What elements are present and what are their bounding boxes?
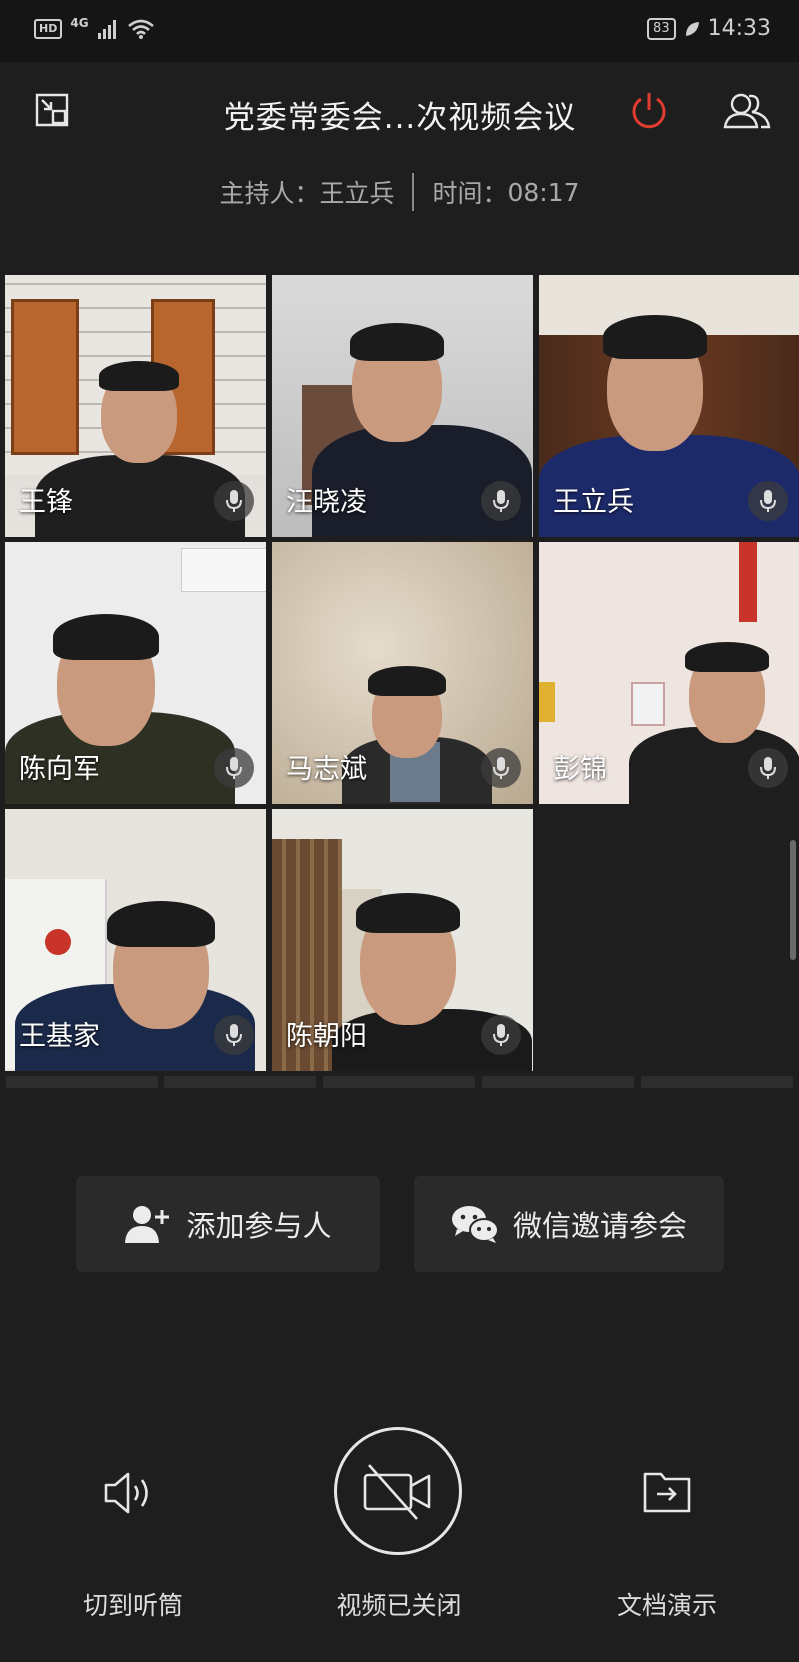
leaf-icon bbox=[685, 21, 699, 36]
video-tile[interactable]: 马志斌 bbox=[272, 542, 533, 804]
hd-badge: HD bbox=[34, 19, 63, 39]
mic-icon bbox=[481, 1015, 521, 1055]
video-tile[interactable]: 王基家 bbox=[5, 809, 266, 1071]
network-type: 4G bbox=[70, 16, 89, 30]
wechat-invite-button[interactable]: 微信邀请参会 bbox=[414, 1176, 724, 1272]
add-user-icon bbox=[125, 1206, 170, 1243]
document-share-icon[interactable] bbox=[642, 1468, 692, 1514]
clock: 14:33 bbox=[707, 16, 771, 41]
mic-icon bbox=[214, 748, 254, 788]
participants-icon[interactable] bbox=[722, 92, 772, 130]
participant-name: 陈朝阳 bbox=[286, 1021, 367, 1052]
wifi-icon bbox=[127, 19, 154, 39]
participant-name: 王基家 bbox=[19, 1021, 100, 1052]
battery-indicator: 83 bbox=[647, 17, 676, 40]
grid-scrollbar[interactable] bbox=[790, 840, 796, 960]
video-tile[interactable]: 汪晓凌 bbox=[272, 275, 533, 537]
participant-name: 汪晓凌 bbox=[286, 487, 367, 518]
host-label: 主持人： bbox=[219, 179, 320, 208]
mic-icon bbox=[748, 748, 788, 788]
thumbnail-strip bbox=[164, 1076, 316, 1088]
video-status-label: 视频已关闭 bbox=[336, 1591, 462, 1620]
switch-earpiece-label[interactable]: 切到听筒 bbox=[33, 1586, 233, 1622]
time-label: 时间： bbox=[432, 179, 508, 208]
elapsed-time: 08:17 bbox=[507, 177, 580, 207]
meeting-title: 党委常委会...次视频会议 bbox=[223, 100, 577, 136]
participant-name: 王锋 bbox=[19, 487, 73, 518]
thumbnail-strip bbox=[323, 1076, 475, 1088]
document-present-label[interactable]: 文档演示 bbox=[567, 1586, 767, 1622]
speaker-icon[interactable] bbox=[102, 1468, 162, 1518]
video-tile[interactable]: 王锋 bbox=[5, 275, 266, 537]
participant-name: 马志斌 bbox=[286, 754, 367, 785]
participant-name: 陈向军 bbox=[19, 754, 100, 785]
video-tile[interactable]: 陈向军 bbox=[5, 542, 266, 804]
video-tile[interactable]: 彭锦 bbox=[539, 542, 799, 804]
wechat-icon bbox=[451, 1206, 499, 1243]
signal-icon bbox=[97, 20, 116, 39]
participant-name: 彭锦 bbox=[553, 754, 607, 785]
add-participant-button[interactable]: 添加参与人 bbox=[76, 1176, 380, 1272]
meeting-header: 党委常委会...次视频会议 主持人： 王立兵 时间： 08:17 bbox=[0, 62, 799, 272]
mic-icon bbox=[748, 481, 788, 521]
meeting-info: 主持人： 王立兵 时间： 08:17 bbox=[0, 173, 799, 211]
add-participant-label: 添加参与人 bbox=[186, 1209, 332, 1243]
mic-icon bbox=[481, 481, 521, 521]
status-left: HD 4G bbox=[34, 16, 155, 40]
minimize-window-icon[interactable] bbox=[34, 92, 70, 128]
mic-icon bbox=[214, 481, 254, 521]
status-right: 83 14:33 bbox=[647, 16, 771, 41]
thumbnail-strip bbox=[641, 1076, 793, 1088]
wechat-invite-label: 微信邀请参会 bbox=[512, 1209, 687, 1243]
info-divider bbox=[412, 173, 415, 211]
host-name: 王立兵 bbox=[319, 179, 395, 208]
video-tile[interactable]: 陈朝阳 bbox=[272, 809, 533, 1071]
mic-icon bbox=[214, 1015, 254, 1055]
mic-icon bbox=[481, 748, 521, 788]
video-toggle-button[interactable] bbox=[334, 1427, 462, 1555]
video-tile[interactable]: 王立兵 bbox=[539, 275, 799, 537]
thumbnail-strip bbox=[6, 1076, 158, 1088]
thumbnail-strip bbox=[482, 1076, 634, 1088]
camera-off-icon bbox=[363, 1464, 431, 1520]
end-meeting-power-icon[interactable] bbox=[628, 90, 670, 132]
video-grid: 王锋 汪晓凌 王立兵 陈向军 马志斌 彭锦 王基家 陈朝阳 bbox=[3, 274, 799, 1074]
status-bar: HD 4G 83 14:33 bbox=[0, 0, 799, 62]
participant-name: 王立兵 bbox=[553, 487, 634, 518]
